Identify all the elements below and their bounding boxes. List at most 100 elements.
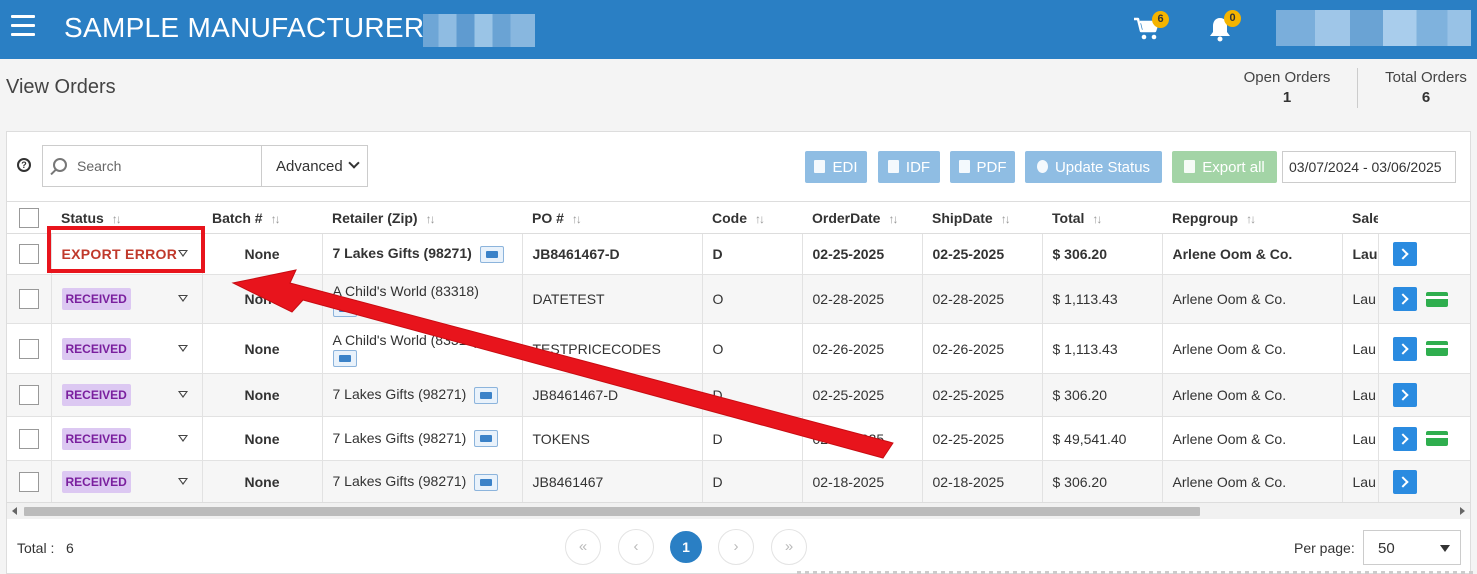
select-cell [7, 274, 51, 324]
open-order-arrow-icon[interactable] [1392, 426, 1417, 451]
sort-icon[interactable]: ↑↓ [1246, 212, 1256, 226]
bell-icon[interactable]: 0 [1207, 10, 1241, 42]
table-row[interactable]: EXPORT ERROR None 7 Lakes Gifts (98271) JB8… [7, 233, 1470, 275]
status-cell[interactable]: EXPORT ERROR [50, 233, 202, 275]
col-header-shipdate[interactable]: ShipDate ↑↓ [922, 201, 1042, 234]
col-header-total[interactable]: Total ↑↓ [1042, 201, 1162, 234]
status-dropdown-icon[interactable] [177, 391, 188, 398]
status-cell[interactable]: RECEIVED [50, 373, 202, 417]
sort-icon[interactable]: ↑↓ [426, 212, 436, 226]
sort-icon[interactable]: ↑↓ [1001, 212, 1011, 226]
sort-icon[interactable]: ↑↓ [1092, 212, 1102, 226]
col-header-batch[interactable]: Batch # ↑↓ [202, 201, 322, 234]
table-row[interactable]: RECEIVED None 7 Lakes Gifts (98271) JB84614… [7, 373, 1470, 417]
status-cell[interactable]: RECEIVED [50, 323, 202, 374]
retailer-card-icon[interactable] [474, 386, 499, 404]
notification-count-badge: 0 [1224, 10, 1241, 27]
status-cell[interactable]: RECEIVED [50, 274, 202, 324]
open-order-arrow-icon[interactable] [1392, 287, 1417, 311]
payment-card-icon[interactable] [1425, 431, 1448, 446]
table-row[interactable]: RECEIVED None 7 Lakes Gifts (98271) TOKENS D… [7, 416, 1470, 461]
status-badge: RECEIVED [61, 384, 131, 406]
retailer-card-icon[interactable] [332, 300, 357, 318]
select-cell [7, 416, 51, 461]
status-dropdown-icon[interactable] [177, 434, 188, 442]
cart-count-badge: 6 [1152, 11, 1169, 28]
status-dropdown-icon[interactable] [177, 250, 188, 257]
cart-icon[interactable]: 6 [1133, 11, 1169, 41]
col-header-orderdate[interactable]: OrderDate ↑↓ [802, 201, 922, 234]
sort-icon[interactable]: ↑↓ [271, 212, 281, 226]
retailer-name: 7 Lakes Gifts (98271) [332, 386, 467, 403]
col-header-retailer[interactable]: Retailer (Zip) ↑↓ [322, 201, 522, 234]
help-icon[interactable]: ? [17, 158, 31, 172]
hamburger-menu-icon[interactable] [11, 15, 35, 37]
pdf-button[interactable]: PDF [950, 151, 1015, 183]
col-header-po[interactable]: PO # ↑↓ [522, 201, 702, 234]
select-all-checkbox[interactable] [19, 207, 39, 228]
sort-icon[interactable]: ↑↓ [755, 212, 765, 226]
table-row[interactable]: RECEIVED None 7 Lakes Gifts (98271) JB84614… [7, 460, 1470, 504]
table-row[interactable]: RECEIVED None A Child's World (83318) TESTP… [7, 323, 1470, 374]
sort-icon[interactable]: ↑↓ [572, 212, 582, 226]
file-icon [887, 160, 899, 173]
batch-cell: None [201, 274, 322, 324]
export-all-button[interactable]: Export all [1172, 151, 1277, 183]
row-checkbox[interactable] [18, 289, 39, 309]
open-order-arrow-icon[interactable] [1392, 470, 1417, 494]
col-header-repgroup[interactable]: Repgroup ↑↓ [1162, 201, 1342, 234]
status-dropdown-icon[interactable] [177, 344, 188, 352]
status-badge: RECEIVED [61, 337, 131, 360]
next-page-button[interactable]: › [718, 529, 754, 565]
sort-icon[interactable]: ↑↓ [888, 212, 898, 226]
col-header-sale[interactable]: Sale [1342, 201, 1378, 234]
open-order-arrow-icon[interactable] [1392, 383, 1417, 407]
status-cell[interactable]: RECEIVED [50, 416, 202, 461]
scroll-left-icon[interactable] [12, 507, 17, 515]
status-dropdown-icon[interactable] [177, 295, 188, 302]
scroll-right-icon[interactable] [1460, 507, 1465, 515]
open-order-arrow-icon[interactable] [1392, 242, 1417, 266]
retailer-card-icon[interactable] [479, 245, 504, 263]
edi-button[interactable]: EDI [805, 151, 867, 183]
ship-date-cell: 02-18-2025 [921, 460, 1042, 504]
row-checkbox[interactable] [18, 338, 39, 359]
table-row[interactable]: RECEIVED None A Child's World (83318) DATET… [7, 274, 1470, 324]
order-date-cell: 02-26-2025 [801, 323, 922, 374]
retailer-card-icon[interactable] [474, 473, 499, 491]
col-label: PO # [532, 209, 564, 226]
col-header-code[interactable]: Code ↑↓ [702, 201, 802, 234]
status-dropdown-icon[interactable] [177, 478, 188, 485]
update-status-button[interactable]: Update Status [1025, 151, 1162, 183]
page-1-button[interactable]: 1 [670, 531, 702, 563]
horizontal-scrollbar[interactable] [7, 502, 1470, 519]
redacted-user [1276, 10, 1471, 46]
advanced-dropdown[interactable]: Advanced [261, 146, 368, 186]
payment-card-icon[interactable] [1425, 341, 1448, 356]
per-page-select[interactable]: 50 [1363, 530, 1461, 565]
last-page-button[interactable]: » [771, 529, 807, 565]
payment-card-icon[interactable] [1425, 291, 1448, 307]
scrollbar-thumb[interactable] [24, 507, 1200, 516]
status-cell[interactable]: RECEIVED [50, 460, 202, 504]
row-checkbox[interactable] [18, 385, 39, 405]
prev-page-button[interactable]: ‹ [618, 529, 654, 565]
code-cell: O [701, 323, 802, 374]
sort-icon[interactable]: ↑↓ [112, 212, 122, 226]
date-range-picker[interactable]: 03/07/2024 - 03/06/2025 [1282, 151, 1456, 183]
col-header-status[interactable]: Status ↑↓ [51, 201, 202, 234]
ship-date-cell: 02-25-2025 [921, 233, 1042, 275]
row-checkbox[interactable] [18, 472, 39, 492]
search-input[interactable] [77, 156, 257, 176]
actions-cell [1377, 323, 1470, 374]
batch-cell: None [201, 373, 322, 417]
idf-label: IDF [905, 159, 931, 176]
row-checkbox[interactable] [18, 244, 39, 264]
retailer-name: 7 Lakes Gifts (98271) [332, 245, 472, 262]
open-order-arrow-icon[interactable] [1392, 336, 1417, 361]
first-page-button[interactable]: « [565, 529, 601, 565]
retailer-card-icon[interactable] [474, 430, 499, 448]
idf-button[interactable]: IDF [878, 151, 940, 183]
row-checkbox[interactable] [18, 428, 39, 449]
retailer-card-icon[interactable] [332, 349, 357, 367]
